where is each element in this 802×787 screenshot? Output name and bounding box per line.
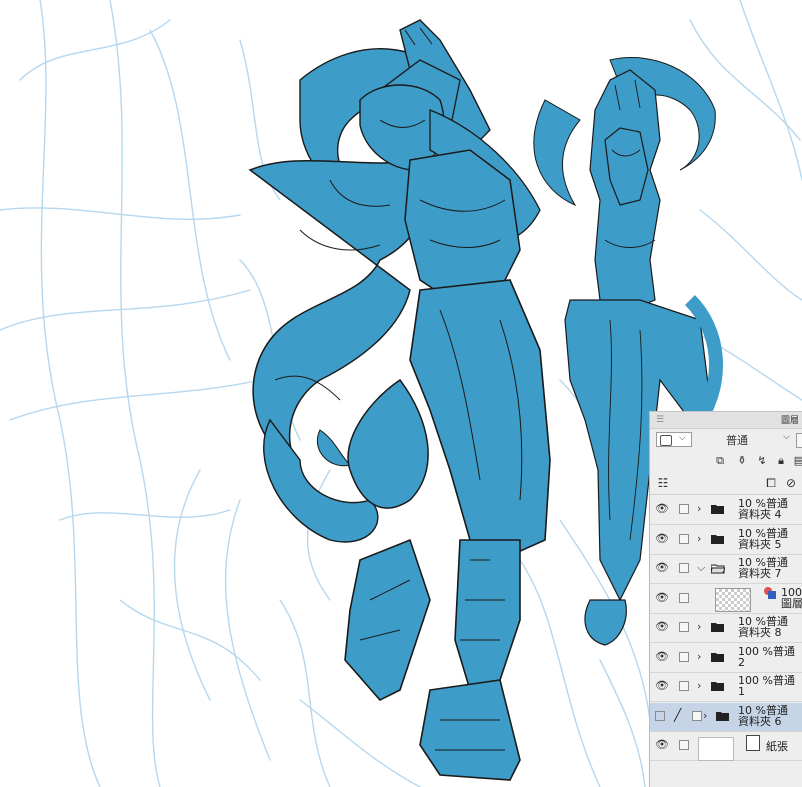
layer-row[interactable]: 👁︎ › 10 %普通 資料夾 4 xyxy=(650,496,802,525)
chevron-right-icon[interactable]: › xyxy=(697,502,701,515)
reference-toggle[interactable] xyxy=(679,504,689,514)
layer-thumbnail xyxy=(715,588,751,612)
reference-toggle[interactable] xyxy=(679,563,689,573)
pen-icon: ╱ xyxy=(674,708,682,722)
eye-icon[interactable]: 👁︎ xyxy=(655,739,669,750)
folder-icon xyxy=(711,682,724,691)
lock-alpha-icon[interactable]: ▤ xyxy=(793,455,802,467)
eye-icon[interactable]: 👁︎ xyxy=(655,533,669,544)
panel-edge-box[interactable] xyxy=(796,433,802,448)
eye-icon[interactable]: 👁︎ xyxy=(655,651,669,662)
blend-mode-value: 普通 xyxy=(726,434,748,447)
chevron-right-icon[interactable]: › xyxy=(697,650,701,663)
layer-name: 資料夾 6 xyxy=(738,715,782,728)
folder-icon xyxy=(711,535,724,544)
layer-name: 圖層 xyxy=(781,597,802,610)
layer-name: 2 xyxy=(738,656,745,669)
chevron-down-icon[interactable]: ⌵ xyxy=(697,561,705,575)
delete-layer-icon[interactable]: ⊘ xyxy=(784,476,798,490)
layer-row[interactable]: 👁︎ › 10 %普通 資料夾 8 xyxy=(650,614,802,643)
layer-name: 資料夾 5 xyxy=(738,538,782,551)
layer-panel-title: 圖層 xyxy=(780,416,799,426)
mask-icon[interactable]: ↯ xyxy=(756,455,768,467)
blend-mode-select[interactable]: 普通 ⌵ xyxy=(720,432,790,447)
reference-toggle[interactable] xyxy=(679,740,689,750)
reference-toggle[interactable] xyxy=(692,711,702,721)
layer-row[interactable]: 👁︎ 紙張 xyxy=(650,732,802,761)
layer-color-icon xyxy=(660,435,672,446)
eye-icon[interactable]: 👁︎ xyxy=(655,621,669,632)
folder-icon xyxy=(711,623,724,632)
layer-name: 資料夾 4 xyxy=(738,508,782,521)
chevron-down-icon: ⌵ xyxy=(679,433,686,443)
eye-icon[interactable]: 👁︎ xyxy=(655,592,669,603)
layer-panel: ☰ 圖層 ⌵ 普通 ⌵ ⧉ ⚱ ↯ 🔒︎ ▤ ☷ ⧠ ⊘ 👁︎ › 10 %普通 資料… xyxy=(649,411,802,787)
front-figure xyxy=(248,19,551,781)
chevron-right-icon[interactable]: › xyxy=(697,679,701,692)
reference-toggle[interactable] xyxy=(679,534,689,544)
layer-tool-row-2: ☷ ⧠ ⊘ xyxy=(650,474,802,495)
layer-name: 1 xyxy=(738,685,745,698)
chevron-right-icon[interactable]: › xyxy=(697,620,701,633)
menu-icon[interactable]: ☰ xyxy=(656,415,664,425)
chevron-down-icon: ⌵ xyxy=(783,432,790,442)
lock-icon[interactable]: 🔒︎ xyxy=(775,455,787,467)
new-raster-layer-icon[interactable]: ⧉ xyxy=(714,455,726,467)
layer-panel-titlebar[interactable]: ☰ 圖層 xyxy=(650,412,802,429)
reference-toggle[interactable] xyxy=(679,681,689,691)
layer-name: 資料夾 8 xyxy=(738,626,782,639)
layer-row[interactable]: ╱ › 10 %普通 資料夾 6 xyxy=(650,703,802,732)
layer-row[interactable]: 👁︎ 100 圖層 xyxy=(650,585,802,614)
layer-row[interactable]: 👁︎ › 10 %普通 資料夾 5 xyxy=(650,526,802,555)
folder-icon xyxy=(711,653,724,662)
layer-row[interactable]: 👁︎ › 100 %普通 1 xyxy=(650,673,802,702)
layer-name: 資料夾 7 xyxy=(738,567,782,580)
folder-icon xyxy=(716,712,729,721)
paper-icon xyxy=(746,735,760,751)
layer-opacity-mode: 100 %普通 xyxy=(738,674,795,687)
layer-color-dropdown[interactable]: ⌵ xyxy=(656,432,692,447)
eye-icon[interactable]: 👁︎ xyxy=(655,680,669,691)
reference-toggle[interactable] xyxy=(679,593,689,603)
visibility-toggle[interactable] xyxy=(655,711,665,721)
layer-opacity-mode: 100 %普通 xyxy=(738,645,795,658)
folder-icon xyxy=(711,505,724,514)
layer-row[interactable]: 👁︎ › 100 %普通 2 xyxy=(650,644,802,673)
layer-tool-row: ⧉ ⚱ ↯ 🔒︎ ▤ xyxy=(650,453,802,473)
paper-thumbnail xyxy=(698,737,734,761)
layer-property-icon[interactable]: ☷ xyxy=(656,476,670,490)
eye-icon[interactable]: 👁︎ xyxy=(655,503,669,514)
reference-toggle[interactable] xyxy=(679,622,689,632)
chevron-right-icon[interactable]: › xyxy=(703,709,707,722)
new-vector-layer-icon[interactable]: ⚱ xyxy=(736,455,748,467)
raster-layer-icon xyxy=(764,587,780,603)
layer-name: 紙張 xyxy=(766,740,788,753)
blend-row: ⌵ 普通 ⌵ xyxy=(650,429,802,451)
layer-row[interactable]: 👁︎ ⌵ 10 %普通 資料夾 7 xyxy=(650,555,802,584)
reference-toggle[interactable] xyxy=(679,652,689,662)
chevron-right-icon[interactable]: › xyxy=(697,532,701,545)
new-folder-icon[interactable]: ⧠ xyxy=(764,476,778,490)
open-folder-icon xyxy=(711,564,725,574)
eye-icon[interactable]: 👁︎ xyxy=(655,562,669,573)
